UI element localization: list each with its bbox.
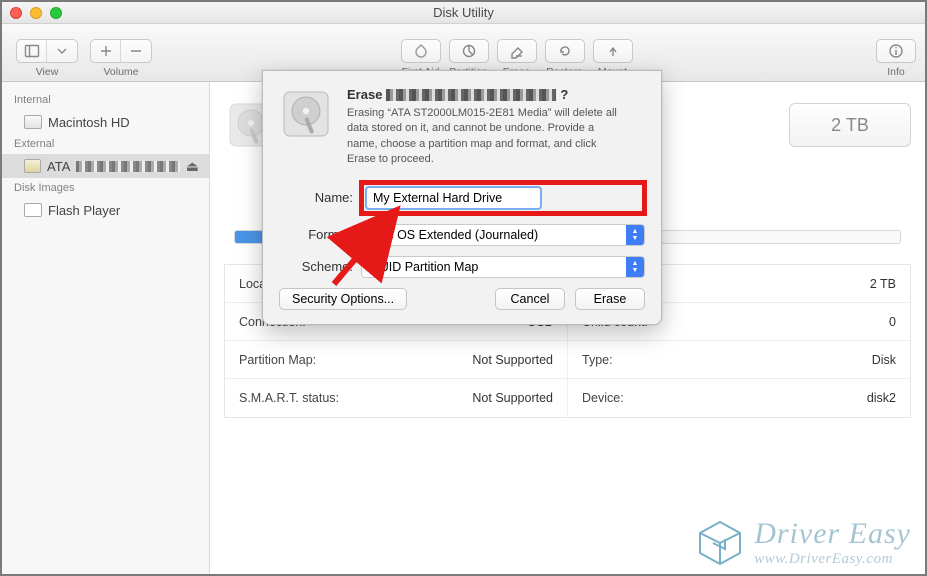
volume-label: Volume [103, 66, 138, 78]
sidebar-section-disk-images: Disk Images [2, 178, 209, 198]
erase-dialog: Erase ? Erasing “ATA ST2000LM015-2E81 Me… [262, 70, 662, 325]
sidebar-item-label: Macintosh HD [48, 115, 130, 130]
window-title: Disk Utility [2, 5, 925, 20]
scheme-value: GUID Partition Map [370, 260, 478, 274]
capacity-badge: 2 TB [789, 103, 911, 147]
volume-segment[interactable] [90, 39, 152, 63]
dialog-title: Erase ? [347, 87, 627, 102]
security-options-button[interactable]: Security Options... [279, 288, 407, 310]
sidebar-item-label: Flash Player [48, 203, 120, 218]
watermark-brand: Driver Easy [754, 517, 911, 551]
annotation-highlight [359, 180, 647, 216]
cancel-button[interactable]: Cancel [495, 288, 565, 310]
first-aid-button[interactable] [401, 39, 441, 63]
view-label: View [36, 66, 59, 78]
erase-button[interactable] [497, 39, 537, 63]
partition-button[interactable] [449, 39, 489, 63]
watermark: Driver Easy www.DriverEasy.com [696, 517, 911, 568]
sidebar-item-macintosh-hd[interactable]: Macintosh HD [2, 110, 209, 134]
info-row: S.M.A.R.T. status:Not Supported [225, 379, 567, 417]
info-row: Type:Disk [568, 341, 910, 379]
info-row: Partition Map:Not Supported [225, 341, 567, 379]
format-value: Mac OS Extended (Journaled) [370, 228, 538, 242]
watermark-logo-icon [696, 519, 744, 567]
name-label: Name: [279, 190, 353, 205]
sidebar-toggle-icon[interactable] [17, 40, 47, 62]
watermark-url: www.DriverEasy.com [754, 551, 893, 568]
sidebar-section-external: External [2, 134, 209, 154]
window-root: Disk Utility View [0, 0, 927, 576]
format-label: Format: [279, 227, 353, 242]
sidebar-item-external-disk[interactable]: ATA ⏏ [2, 154, 209, 178]
info-row: Device:disk2 [568, 379, 910, 417]
dmg-icon [24, 203, 42, 217]
format-select[interactable]: Mac OS Extended (Journaled) ▲▼ [361, 224, 645, 246]
sidebar-item-label-prefix: ATA [47, 159, 70, 174]
erase-confirm-button[interactable]: Erase [575, 288, 645, 310]
scheme-label: Scheme: [279, 259, 353, 274]
name-input[interactable] [366, 187, 541, 209]
internal-disk-icon [24, 115, 42, 129]
info-button[interactable] [876, 39, 916, 63]
mount-button[interactable] [593, 39, 633, 63]
restore-button[interactable] [545, 39, 585, 63]
eject-icon[interactable]: ⏏ [186, 158, 199, 175]
volume-add-icon[interactable] [91, 40, 121, 62]
redacted-text [386, 89, 556, 101]
external-disk-icon [24, 159, 41, 173]
dropdown-arrows-icon: ▲▼ [626, 257, 644, 277]
sidebar-item-flash-player[interactable]: Flash Player [2, 198, 209, 222]
volume-remove-icon[interactable] [121, 40, 151, 62]
chevron-down-icon[interactable] [47, 40, 77, 62]
dropdown-arrows-icon: ▲▼ [626, 225, 644, 245]
dialog-description: Erasing “ATA ST2000LM015-2E81 Media” wil… [347, 106, 627, 168]
dialog-disk-icon [279, 87, 333, 141]
scheme-select[interactable]: GUID Partition Map ▲▼ [361, 256, 645, 278]
view-mode-segment[interactable] [16, 39, 78, 63]
titlebar: Disk Utility [2, 2, 925, 24]
sidebar: Internal Macintosh HD External ATA ⏏ Dis… [2, 82, 210, 574]
sidebar-section-internal: Internal [2, 90, 209, 110]
info-label: Info [887, 66, 905, 78]
redacted-text [76, 161, 179, 172]
